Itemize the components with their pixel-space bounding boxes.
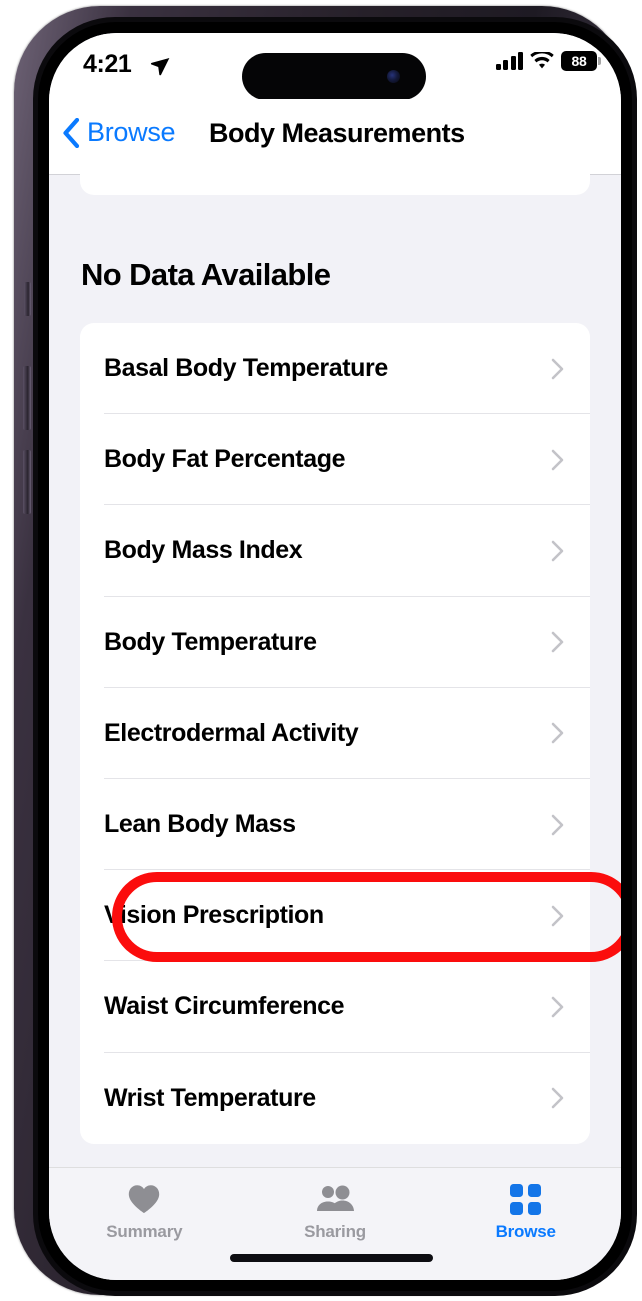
chevron-right-icon — [551, 723, 564, 744]
list-item[interactable]: Body Temperature — [80, 597, 590, 688]
list-item[interactable]: Electrodermal Activity — [80, 688, 590, 779]
list-item-label: Electrodermal Activity — [104, 718, 359, 747]
front-camera-icon — [387, 70, 400, 83]
two-people-icon — [315, 1182, 355, 1216]
tab-browse[interactable]: Browse — [430, 1182, 621, 1242]
page-title: Body Measurements — [209, 118, 465, 148]
list-item-label: Body Mass Index — [104, 536, 303, 565]
list-item-label: Vision Prescription — [104, 901, 324, 930]
status-indicators: 88 — [495, 51, 601, 71]
chevron-right-icon — [551, 996, 564, 1018]
phone-frame: 4:21 88 Browse Body Measurements No Data… — [14, 6, 637, 1296]
list-item[interactable]: Lean Body Mass — [80, 779, 590, 871]
chevron-right-icon — [551, 631, 564, 653]
home-indicator[interactable] — [230, 1254, 433, 1262]
back-button[interactable]: Browse — [62, 117, 176, 148]
heart-icon — [127, 1182, 161, 1216]
back-button-label: Browse — [87, 117, 176, 147]
chevron-right-icon — [551, 814, 564, 835]
no-data-list-card: Basal Body Temperature Body Fat Percentag… — [80, 323, 590, 1144]
tab-sharing[interactable]: Sharing — [240, 1182, 431, 1242]
chevron-right-icon — [551, 358, 564, 379]
list-item-label: Wrist Temperature — [104, 1083, 316, 1112]
list-item-label: Body Fat Percentage — [104, 445, 346, 474]
list-item[interactable]: Body Fat Percentage — [80, 414, 590, 506]
battery-icon: 88 — [561, 51, 601, 71]
wifi-icon — [530, 52, 554, 69]
list-item[interactable]: Basal Body Temperature — [80, 323, 590, 415]
tab-sharing-label: Sharing — [304, 1222, 366, 1241]
list-item[interactable]: Waist Circumference — [80, 961, 590, 1053]
chevron-right-icon — [551, 905, 564, 927]
list-item-label: Lean Body Mass — [104, 810, 296, 839]
list-item[interactable]: Vision Prescription — [80, 870, 590, 962]
previous-section-card-partial — [80, 163, 590, 195]
cellular-signal-icon — [495, 52, 523, 70]
tab-bar: Summary Sharing Browse — [49, 1167, 621, 1280]
status-time: 4:21 — [83, 50, 132, 78]
battery-percent-label: 88 — [571, 53, 587, 69]
section-header-no-data: No Data Available — [81, 257, 331, 292]
volume-up-button[interactable] — [23, 366, 31, 430]
phone-screen: 4:21 88 Browse Body Measurements No Data… — [49, 33, 621, 1280]
tab-summary[interactable]: Summary — [49, 1182, 240, 1242]
list-item[interactable]: Body Mass Index — [80, 505, 590, 597]
list-item[interactable]: Wrist Temperature — [80, 1053, 590, 1144]
tab-browse-label: Browse — [495, 1222, 556, 1241]
dynamic-island — [242, 53, 426, 100]
chevron-right-icon — [551, 540, 564, 562]
list-item-label: Waist Circumference — [104, 992, 345, 1021]
chevron-right-icon — [551, 449, 564, 471]
list-item-label: Basal Body Temperature — [104, 354, 388, 383]
mute-switch-button[interactable] — [24, 282, 31, 316]
list-item-label: Body Temperature — [104, 627, 317, 656]
chevron-right-icon — [551, 1087, 564, 1109]
content-scroll-area[interactable]: No Data Available Basal Body Temperature… — [49, 163, 621, 1175]
grid-squares-icon — [510, 1182, 542, 1216]
volume-down-button[interactable] — [23, 450, 31, 514]
status-bar: 4:21 88 — [49, 33, 621, 100]
location-arrow-icon — [150, 58, 170, 76]
tab-summary-label: Summary — [106, 1222, 183, 1241]
chevron-left-icon — [63, 117, 80, 148]
tab-list: Summary Sharing Browse — [49, 1182, 621, 1242]
screenshot-root: 4:21 88 Browse Body Measurements No Data… — [0, 0, 642, 1301]
